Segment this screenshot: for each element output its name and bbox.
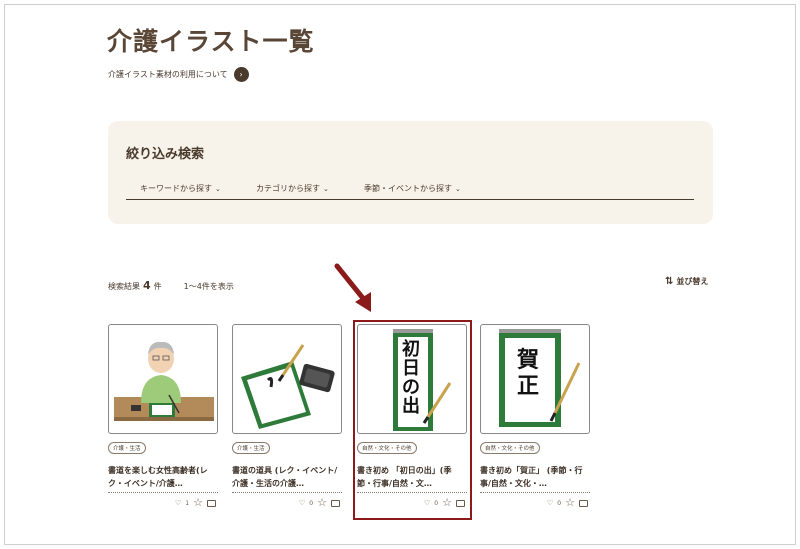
card-thumbnail[interactable] xyxy=(232,324,342,434)
sort-label: 並び替え xyxy=(676,277,709,286)
about-link[interactable]: 介護イラスト素材の利用について › xyxy=(108,67,249,82)
chevron-down-icon: ⌄ xyxy=(455,185,461,193)
calligraphy-tools-icon xyxy=(241,344,335,429)
heart-icon: ♡ xyxy=(547,499,554,507)
filter-tab-label: 季節・イベントから探す xyxy=(364,184,452,193)
folder-icon[interactable] xyxy=(207,499,216,507)
calligraphy-text: 賀正 xyxy=(516,347,539,399)
category-tag[interactable]: 介護・生活 xyxy=(232,442,270,454)
heart-icon: ♡ xyxy=(299,499,306,507)
filter-tab-category[interactable]: カテゴリから探す ⌄ xyxy=(256,183,329,194)
folder-icon[interactable] xyxy=(331,499,340,507)
filter-panel: 絞り込み検索 キーワードから探す ⌄ カテゴリから探す ⌄ 季節・イベントから探す ⌄ xyxy=(108,121,713,224)
folder-icon[interactable] xyxy=(579,499,588,507)
page-title: 介護イラスト一覧 xyxy=(107,27,315,56)
divider xyxy=(108,492,218,493)
result-count: 4 xyxy=(143,279,151,292)
card-meta: ♡ 0 ☆ xyxy=(232,497,342,508)
like-count: 0 xyxy=(557,499,562,507)
filter-tabs: キーワードから探す ⌄ カテゴリから探す ⌄ 季節・イベントから探す ⌄ xyxy=(126,183,694,200)
chevron-down-icon: ⌄ xyxy=(215,185,221,193)
annotation-arrow-icon xyxy=(334,263,371,312)
card-title[interactable]: 書き初め「賀正」 (季節・行事/自然・文化・… xyxy=(480,464,590,490)
like-count: 0 xyxy=(309,499,314,507)
divider xyxy=(480,492,590,493)
category-tag[interactable]: 介護・生活 xyxy=(108,442,146,454)
result-label: 検索結果 xyxy=(108,282,140,291)
divider xyxy=(232,492,342,493)
result-range: 1～4件を表示 xyxy=(183,282,234,291)
heart-icon: ♡ xyxy=(175,499,182,507)
result-summary: 検索結果 4 件 1～4件を表示 xyxy=(108,279,234,292)
filter-tab-label: キーワードから探す xyxy=(140,184,212,193)
card-meta: ♡ 1 ☆ xyxy=(108,497,218,508)
sort-button[interactable]: ⇅ 並び替え xyxy=(665,276,708,287)
illustration-card: 介護・生活 書道を楽しむ女性高齢者(レク・イベント/介護… ♡ 1 ☆ xyxy=(108,324,218,508)
sort-icon: ⇅ xyxy=(665,276,674,287)
category-tag[interactable]: 自然・文化・その他 xyxy=(480,442,540,454)
chevron-down-icon: ⌄ xyxy=(323,185,329,193)
star-icon[interactable]: ☆ xyxy=(317,497,327,508)
star-icon[interactable]: ☆ xyxy=(193,497,203,508)
card-thumbnail[interactable] xyxy=(108,324,218,434)
annotation-highlight-box xyxy=(353,320,472,520)
like-count: 1 xyxy=(185,499,190,507)
filter-tab-label: カテゴリから探す xyxy=(256,184,320,193)
filter-tab-season[interactable]: 季節・イベントから探す ⌄ xyxy=(364,183,461,194)
illustration-card: 介護・生活 書道の道具 (レク・イベント/介護・生活の介護… ♡ 0 ☆ xyxy=(232,324,342,508)
filter-tab-keyword[interactable]: キーワードから探す ⌄ xyxy=(140,183,221,194)
about-link-label: 介護イラスト素材の利用について xyxy=(108,70,228,79)
card-meta: ♡ 0 ☆ xyxy=(480,497,590,508)
elderly-calligraphy-icon xyxy=(114,341,214,421)
star-icon[interactable]: ☆ xyxy=(565,497,575,508)
filter-title: 絞り込み検索 xyxy=(126,147,205,162)
card-title[interactable]: 書道を楽しむ女性高齢者(レク・イベント/介護… xyxy=(108,464,218,490)
card-title[interactable]: 書道の道具 (レク・イベント/介護・生活の介護… xyxy=(232,464,342,490)
result-unit: 件 xyxy=(153,282,162,291)
chevron-right-icon: › xyxy=(233,67,249,82)
